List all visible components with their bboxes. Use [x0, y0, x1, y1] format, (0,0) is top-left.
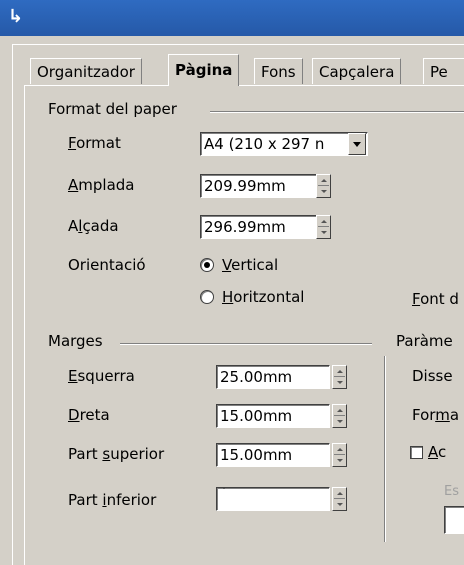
top-margin-label: Part superior: [68, 445, 165, 463]
right-margin-spin-button[interactable]: [332, 404, 347, 428]
number-format-label: Forma: [412, 406, 460, 424]
margins-group-label: Marges: [48, 332, 103, 350]
horizontal-radio[interactable]: [200, 290, 214, 304]
paper-format-group-label: Format del paper: [48, 100, 177, 118]
bottom-margin-spin-button[interactable]: [332, 487, 347, 511]
height-input[interactable]: 296.99mm: [200, 215, 318, 239]
format-dropdown-arrow-icon[interactable]: [348, 133, 366, 155]
orientation-label: Orientació: [68, 256, 146, 274]
left-margin-spin-button[interactable]: [332, 365, 347, 389]
page-layout-label: Disse: [412, 367, 453, 385]
title-bar: ↳: [0, 0, 464, 36]
format-dropdown-value: A4 (210 x 297 n: [204, 135, 325, 153]
top-margin-input[interactable]: 15.00mm: [216, 443, 330, 467]
format-dropdown[interactable]: A4 (210 x 297 n: [200, 132, 368, 156]
tab-page[interactable]: Pàgina: [168, 54, 240, 86]
width-input[interactable]: 209.99mm: [200, 174, 318, 198]
height-label: Alçada: [68, 217, 119, 235]
width-spin-button[interactable]: [316, 174, 331, 198]
top-margin-spin-button[interactable]: [332, 443, 347, 467]
left-margin-input[interactable]: 25.00mm: [216, 365, 330, 389]
paper-source-label: Font d: [412, 290, 459, 308]
bottom-margin-input[interactable]: `: [216, 487, 330, 511]
width-label: Amplada: [68, 176, 135, 194]
app-icon: ↳: [8, 6, 24, 27]
reference-style-label: Es: [444, 484, 459, 499]
bottom-margin-label: Part inferior: [68, 491, 157, 509]
vertical-radio[interactable]: [200, 258, 214, 272]
vertical-radio-label[interactable]: Vertical: [222, 256, 278, 274]
horizontal-radio-label[interactable]: Horitzontal: [222, 288, 304, 306]
paper-format-group-line: [210, 111, 464, 113]
reference-style-field: [444, 506, 464, 534]
margins-group-line: [120, 343, 372, 345]
tab-background[interactable]: Fons: [254, 58, 303, 84]
layout-settings-divider: [384, 356, 386, 542]
register-true-checkbox[interactable]: [410, 446, 423, 459]
left-margin-label: Esquerra: [68, 367, 135, 385]
tab-organizer[interactable]: Organitzador: [30, 58, 142, 84]
register-true-label[interactable]: Ac: [428, 443, 446, 461]
tab-footer[interactable]: Pe: [423, 58, 464, 84]
right-margin-label: Dreta: [68, 406, 110, 424]
tab-header[interactable]: Capçalera: [312, 58, 402, 84]
format-label: Format: [68, 134, 121, 152]
right-margin-input[interactable]: 15.00mm: [216, 404, 330, 428]
layout-settings-group-label: Paràme: [396, 332, 453, 350]
height-spin-button[interactable]: [316, 215, 331, 239]
